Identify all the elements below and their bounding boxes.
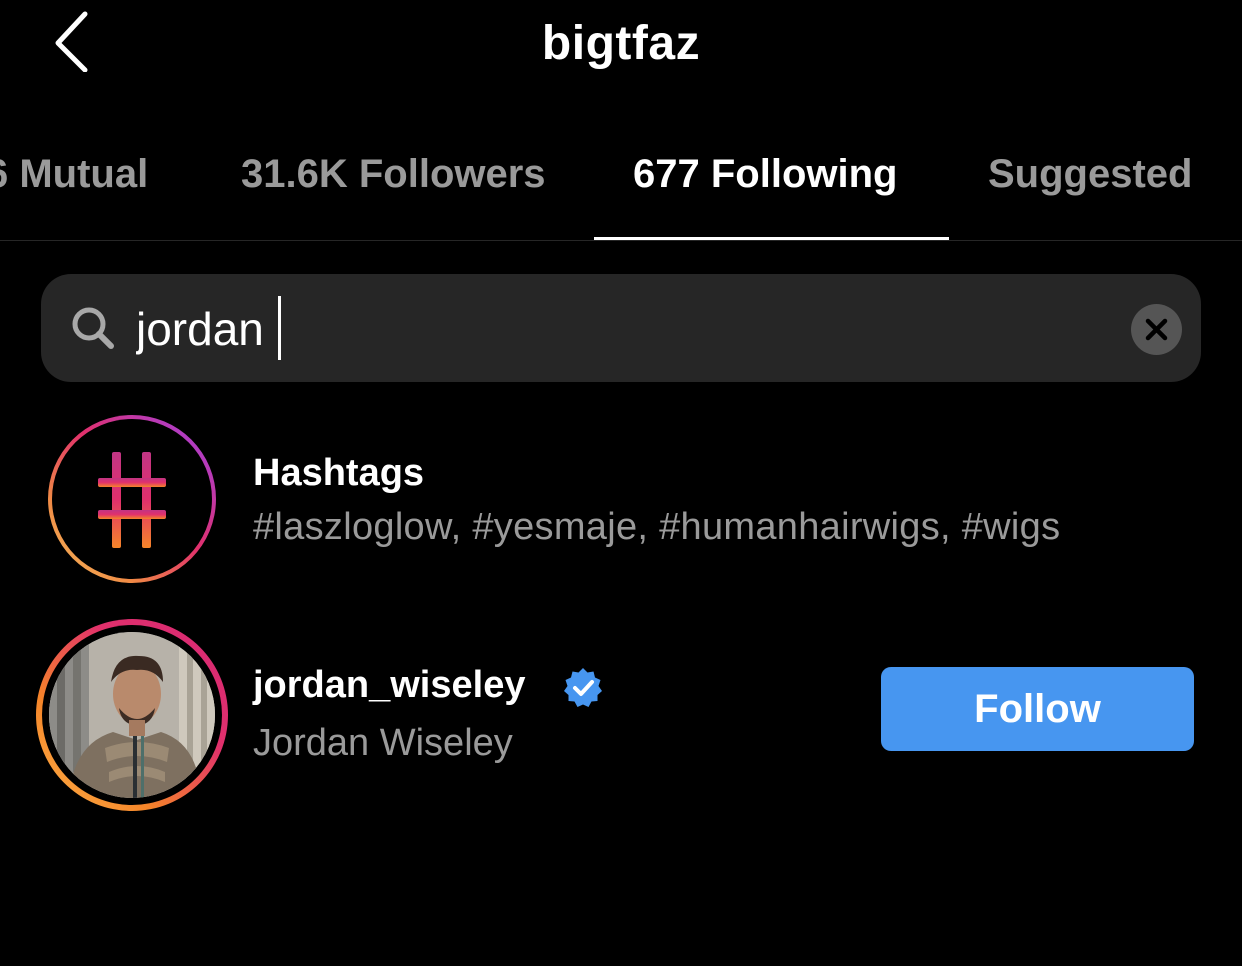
- tab-followers[interactable]: 31.6K Followers: [241, 152, 546, 197]
- tab-following[interactable]: 677 Following: [633, 152, 897, 197]
- search-input[interactable]: [136, 294, 1036, 364]
- tab-mutual[interactable]: 6 Mutual: [0, 152, 148, 197]
- tab-divider: [0, 240, 1242, 241]
- verified-badge-icon: [561, 666, 605, 710]
- text-cursor: [278, 296, 281, 360]
- hashtags-title[interactable]: Hashtags: [253, 452, 424, 495]
- active-tab-indicator: [594, 237, 949, 240]
- clear-search-button[interactable]: [1131, 304, 1182, 355]
- follow-button[interactable]: Follow: [881, 667, 1194, 751]
- tab-suggested[interactable]: Suggested: [988, 152, 1192, 197]
- hashtags-list: #laszloglow, #yesmaje, #humanhairwigs, #…: [253, 506, 1061, 548]
- close-icon: [1145, 318, 1168, 341]
- username[interactable]: jordan_wiseley: [253, 664, 525, 707]
- hashtag-icon: [92, 448, 172, 552]
- user-full-name: Jordan Wiseley: [253, 722, 513, 764]
- avatar[interactable]: [49, 632, 215, 798]
- search-icon: [70, 305, 116, 351]
- page-title: bigtfaz: [541, 17, 701, 70]
